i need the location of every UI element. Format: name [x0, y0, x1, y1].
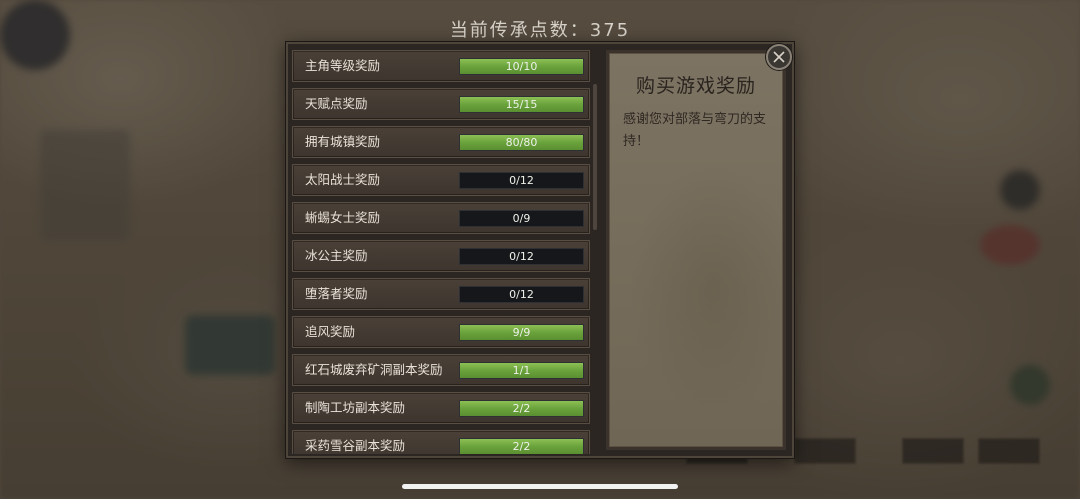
reward-row[interactable]: 天赋点奖励 15/15 — [292, 88, 590, 120]
reward-progress-text: 10/10 — [505, 60, 538, 73]
rewards-panel: 主角等级奖励 10/10 天赋点奖励 15/15 拥有城镇奖励 80/80 太阳战士奖励 0/… — [286, 42, 794, 458]
reward-progress-text: 9/9 — [512, 326, 531, 339]
reward-label: 追风奖励 — [305, 324, 356, 339]
reward-progress-text: 0/12 — [509, 174, 534, 187]
reward-label: 冰公主奖励 — [305, 248, 368, 263]
reward-label: 采药雪谷副本奖励 — [305, 438, 406, 453]
close-button[interactable] — [766, 44, 792, 70]
reward-progress-text: 15/15 — [505, 98, 538, 111]
info-card-body: 感谢您对部落与弯刀的支持！ — [623, 112, 767, 149]
home-indicator — [402, 484, 678, 489]
reward-progress-bar: 80/80 — [459, 134, 584, 151]
reward-progress-bar: 9/9 — [459, 324, 584, 341]
info-card-title: 购买游戏奖励 — [635, 75, 756, 97]
reward-row[interactable]: 采药雪谷副本奖励 2/2 — [292, 430, 590, 454]
reward-row[interactable]: 蜥蜴女士奖励 0/9 — [292, 202, 590, 234]
reward-progress-text: 1/1 — [512, 364, 531, 377]
close-icon — [773, 51, 785, 63]
reward-progress-bar: 1/1 — [459, 362, 584, 379]
reward-label: 蜥蜴女士奖励 — [305, 210, 381, 225]
reward-progress-text: 80/80 — [505, 136, 538, 149]
reward-row[interactable]: 太阳战士奖励 0/12 — [292, 164, 590, 196]
reward-list-scrollbar[interactable] — [593, 84, 597, 230]
reward-progress-text: 2/2 — [512, 440, 531, 453]
reward-progress-bar: 0/12 — [459, 286, 584, 303]
reward-label: 制陶工坊副本奖励 — [305, 400, 406, 415]
reward-row[interactable]: 堕落者奖励 0/12 — [292, 278, 590, 310]
reward-row[interactable]: 拥有城镇奖励 80/80 — [292, 126, 590, 158]
reward-row[interactable]: 主角等级奖励 10/10 — [292, 50, 590, 82]
reward-label: 天赋点奖励 — [305, 96, 368, 111]
reward-progress-bar: 2/2 — [459, 400, 584, 417]
reward-progress-text: 0/9 — [512, 212, 531, 225]
reward-label: 堕落者奖励 — [305, 286, 368, 301]
reward-progress-bar: 0/9 — [459, 210, 584, 227]
reward-progress-text: 0/12 — [509, 288, 534, 301]
reward-progress-bar: 15/15 — [459, 96, 584, 113]
reward-label: 红石城废弃矿洞副本奖励 — [305, 362, 443, 377]
reward-row[interactable]: 制陶工坊副本奖励 2/2 — [292, 392, 590, 424]
reward-progress-bar: 10/10 — [459, 58, 584, 75]
reward-progress-bar: 0/12 — [459, 248, 584, 265]
reward-progress-bar: 0/12 — [459, 172, 584, 189]
reward-label: 主角等级奖励 — [305, 58, 381, 73]
info-card: 购买游戏奖励 感谢您对部落与弯刀的支持！ — [606, 50, 786, 450]
reward-label: 拥有城镇奖励 — [305, 134, 381, 149]
reward-row[interactable]: 红石城废弃矿洞副本奖励 1/1 — [292, 354, 590, 386]
reward-progress-text: 2/2 — [512, 402, 531, 415]
legacy-points-label: 当前传承点数：375 — [449, 20, 631, 41]
reward-progress-bar: 2/2 — [459, 438, 584, 454]
reward-progress-text: 0/12 — [509, 250, 534, 263]
reward-list[interactable]: 主角等级奖励 10/10 天赋点奖励 15/15 拥有城镇奖励 80/80 太阳战士奖励 0/… — [292, 50, 590, 454]
reward-label: 太阳战士奖励 — [305, 172, 381, 187]
reward-row[interactable]: 冰公主奖励 0/12 — [292, 240, 590, 272]
reward-row[interactable]: 追风奖励 9/9 — [292, 316, 590, 348]
